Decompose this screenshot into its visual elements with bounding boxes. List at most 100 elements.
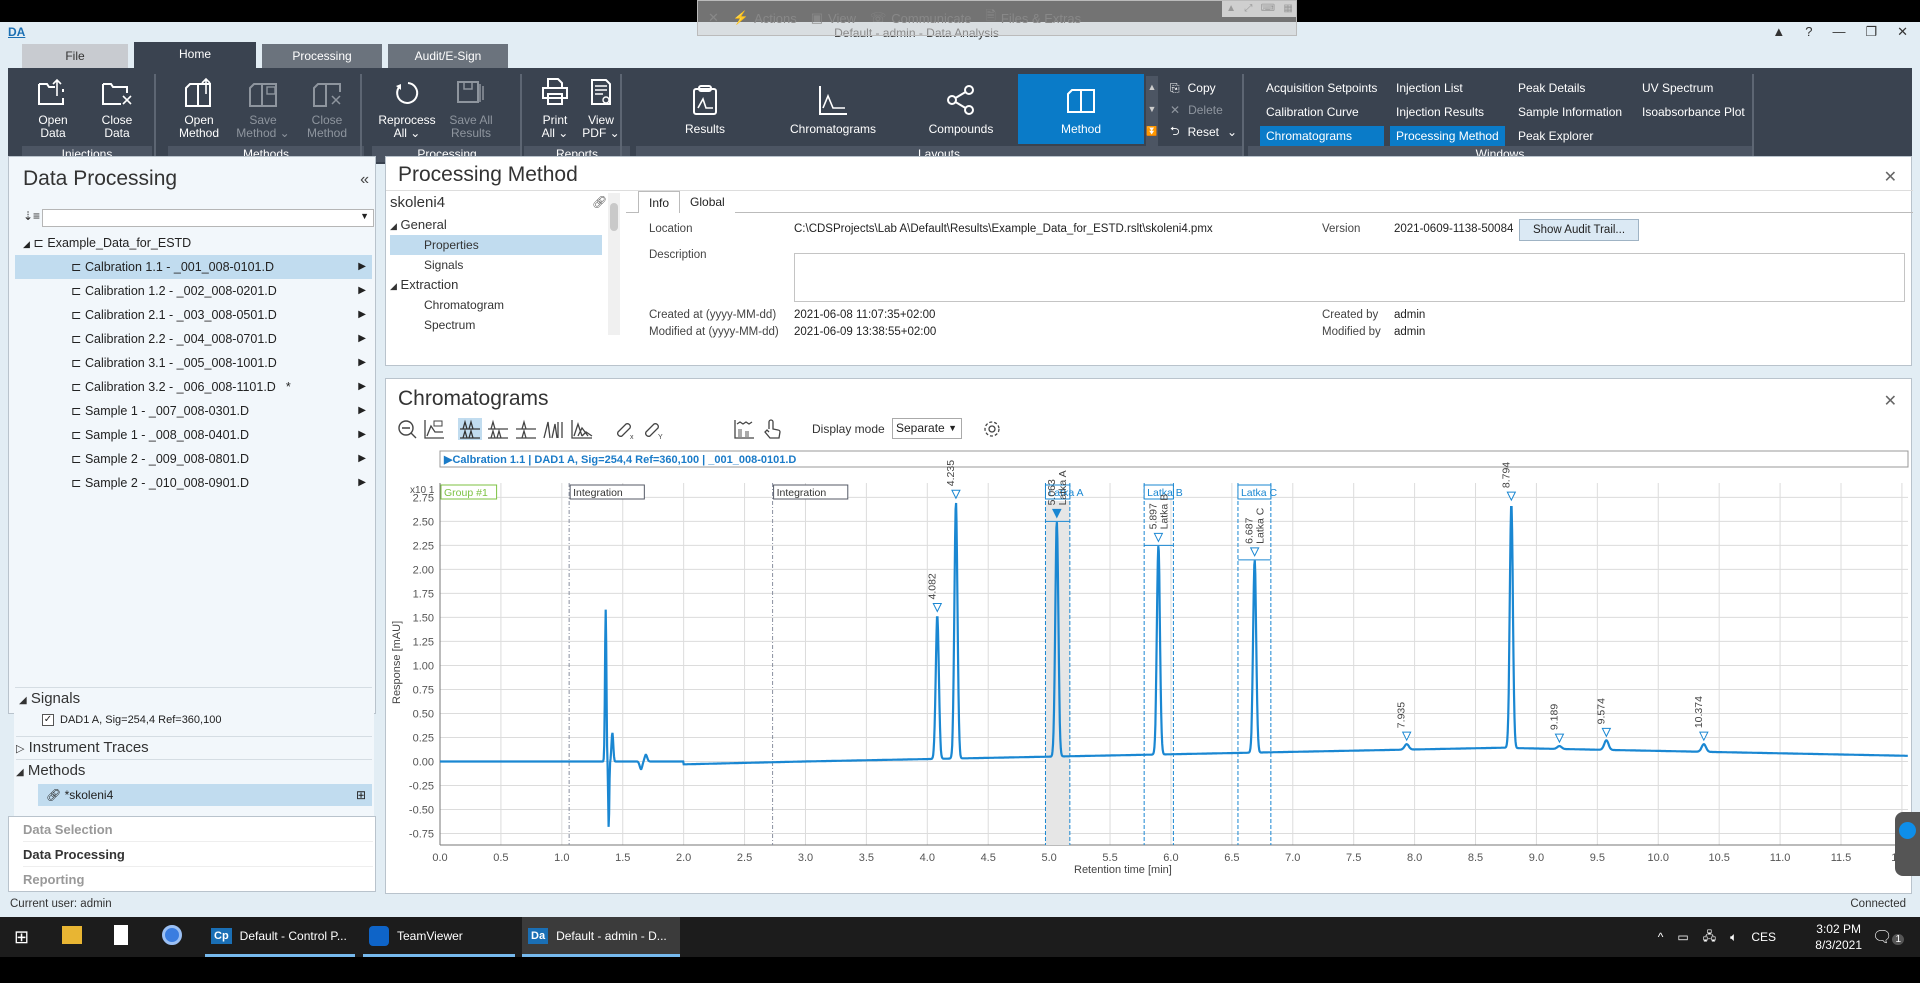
- tree-item-injection[interactable]: ⊏ Calibration 2.1 - _003_008-0501.D ▶: [15, 303, 372, 327]
- baseline-icon[interactable]: [732, 418, 756, 440]
- layout-chromatograms-button[interactable]: Chromatograms: [770, 74, 896, 144]
- open-data-button[interactable]: Open Data: [24, 74, 82, 140]
- nav-reporting[interactable]: Reporting: [23, 867, 373, 892]
- display-mode-select[interactable]: Separate ▼: [892, 418, 962, 439]
- document-icon[interactable]: [114, 925, 128, 945]
- tree-item-injection[interactable]: ⊏ Calbration 1.1 - _001_008-0101.D ▶: [15, 255, 372, 279]
- method-item[interactable]: 🔗︎ *skoleni4 ⊞: [38, 784, 372, 806]
- chart-title[interactable]: ▶Calbration 1.1 | DAD1 A, Sig=254,4 Ref=…: [443, 454, 796, 466]
- signal-checkbox[interactable]: ✓: [42, 714, 54, 726]
- teamviewer-side-handle[interactable]: [1895, 812, 1920, 876]
- zoom-out-icon[interactable]: [396, 418, 420, 440]
- notification-icon[interactable]: 🗨︎ 1: [1872, 927, 1904, 947]
- stack-peaks-icon[interactable]: [486, 418, 510, 440]
- expand-arrow-icon[interactable]: ▶: [358, 303, 366, 327]
- tray-chevron-icon[interactable]: ^: [1658, 930, 1664, 944]
- expand-arrow-icon[interactable]: ▶: [358, 279, 366, 303]
- tile-peaks-icon[interactable]: [514, 418, 538, 440]
- close-icon[interactable]: ✕: [1897, 24, 1908, 40]
- expand-arrow-icon[interactable]: ▶: [358, 351, 366, 375]
- layout-method-button[interactable]: Method: [1018, 74, 1144, 144]
- description-field[interactable]: [794, 253, 1905, 302]
- tree-root[interactable]: ◢ ⊏ Example_Data_for_ESTD: [15, 231, 372, 255]
- battery-icon[interactable]: ▭: [1677, 930, 1688, 944]
- window-peak-explorer[interactable]: Peak Explorer: [1512, 126, 1599, 146]
- taskbar-app-data-analysis[interactable]: Da Default - admin - D...: [522, 917, 680, 957]
- minimize-icon[interactable]: —: [1832, 24, 1845, 40]
- windows-start-icon[interactable]: ⊞: [14, 927, 29, 948]
- tree-item-injection[interactable]: ⊏ Sample 1 - _007_008-0301.D ▶: [15, 399, 372, 423]
- save-method-button[interactable]: Save Method ⌄: [234, 74, 292, 140]
- tree-item-injection[interactable]: ⊏ Calibration 2.2 - _004_008-0701.D ▶: [15, 327, 372, 351]
- collapse-panel-icon[interactable]: «: [360, 171, 369, 189]
- close-panel-icon[interactable]: ✕: [1884, 391, 1897, 411]
- tree-item-injection[interactable]: ⊏ Calibration 1.2 - _002_008-0201.D ▶: [15, 279, 372, 303]
- help-icon[interactable]: ?: [1805, 24, 1812, 40]
- tv-close-icon[interactable]: ✕: [708, 10, 719, 26]
- restore-icon[interactable]: ❐: [1865, 24, 1877, 40]
- tree-node-general[interactable]: ◢ General: [390, 215, 602, 235]
- tree-node-properties[interactable]: Properties: [390, 235, 602, 255]
- offset-peaks-icon[interactable]: [542, 418, 566, 440]
- expand-arrow-icon[interactable]: ▶: [358, 471, 366, 495]
- tree-item-injection[interactable]: ⊏ Sample 1 - _008_008-0401.D ▶: [15, 423, 372, 447]
- clock[interactable]: 3:02 PM 8/3/2021: [1815, 921, 1862, 953]
- expand-arrow-icon[interactable]: ▶: [358, 447, 366, 471]
- tab-audit-esign[interactable]: Audit/E-Sign: [388, 44, 508, 68]
- link-x-icon[interactable]: x: [614, 418, 638, 440]
- layout-scroll[interactable]: ▲ ▼ ⏬: [1146, 76, 1158, 146]
- reprocess-all-button[interactable]: Reprocess All ⌄: [378, 74, 436, 140]
- tab-global[interactable]: Global: [680, 191, 735, 213]
- tab-processing[interactable]: Processing: [262, 44, 382, 68]
- chromatogram-chart[interactable]: ▶Calbration 1.1 | DAD1 A, Sig=254,4 Ref=…: [386, 449, 1911, 894]
- window-processing-method[interactable]: Processing Method: [1390, 126, 1505, 146]
- window-calibration-curve[interactable]: Calibration Curve: [1260, 102, 1365, 122]
- layout-compounds-button[interactable]: Compounds: [898, 74, 1024, 144]
- reset-layout-button[interactable]: ⮌ Reset ⌄: [1170, 122, 1237, 142]
- tab-home[interactable]: Home: [134, 42, 256, 68]
- tv-files-menu[interactable]: 🗎︎ Files & Extras: [985, 7, 1081, 29]
- tree-item-injection[interactable]: ⊏ Sample 2 - _010_008-0901.D ▶: [15, 471, 372, 495]
- close-data-button[interactable]: Close Data: [88, 74, 146, 140]
- save-all-results-button[interactable]: Save All Results: [442, 74, 500, 140]
- tv-communicate-menu[interactable]: ☏ Communicate: [870, 10, 971, 26]
- volume-icon[interactable]: 🔈︎: [1730, 930, 1737, 945]
- method-options-icon[interactable]: ⊞: [356, 784, 366, 806]
- copy-layout-button[interactable]: ⎘ Copy: [1170, 78, 1216, 98]
- settings-gear-icon[interactable]: [980, 418, 1004, 440]
- close-panel-icon[interactable]: ✕: [1884, 167, 1897, 187]
- scrollbar-thumb[interactable]: [610, 203, 618, 231]
- expand-arrow-icon[interactable]: ▶: [358, 255, 366, 279]
- expand-arrow-icon[interactable]: ▶: [358, 423, 366, 447]
- autoscale-icon[interactable]: [422, 418, 446, 440]
- window-peak-details[interactable]: Peak Details: [1512, 78, 1591, 98]
- manual-integration-hand-icon[interactable]: [760, 418, 784, 440]
- sort-icon[interactable]: ⇣≡: [23, 209, 40, 223]
- section-signals[interactable]: ◢ Signals: [15, 687, 372, 709]
- tree-node-chromatogram[interactable]: Chromatogram: [390, 295, 602, 315]
- window-isoabsorbance-plot[interactable]: Isoabsorbance Plot: [1636, 102, 1751, 122]
- tab-file[interactable]: File: [22, 44, 128, 68]
- taskbar-app-teamviewer[interactable]: TeamViewer: [363, 917, 515, 957]
- file-explorer-icon[interactable]: [62, 926, 82, 944]
- tv-view-menu[interactable]: ▣ View: [811, 10, 856, 26]
- window-injection-results[interactable]: Injection Results: [1390, 102, 1490, 122]
- expand-arrow-icon[interactable]: ▶: [358, 375, 366, 399]
- link-icon[interactable]: 🔗︎: [592, 195, 607, 209]
- open-method-button[interactable]: Open Method: [170, 74, 228, 140]
- chrome-icon[interactable]: [162, 925, 182, 945]
- delete-layout-button[interactable]: ✕ Delete: [1170, 100, 1223, 120]
- window-injection-list[interactable]: Injection List: [1390, 78, 1469, 98]
- section-methods[interactable]: ◢ Methods: [16, 759, 372, 781]
- link-y-icon[interactable]: Y: [642, 418, 666, 440]
- tree-node-extraction[interactable]: ◢ Extraction: [390, 275, 602, 295]
- tree-item-injection[interactable]: ⊏ Calibration 3.2 - _006_008-1101.D * ▶: [15, 375, 372, 399]
- tab-info[interactable]: Info: [638, 191, 681, 213]
- expand-arrow-icon[interactable]: ▶: [358, 399, 366, 423]
- tree-item-injection[interactable]: ⊏ Sample 2 - _009_008-0801.D ▶: [15, 447, 372, 471]
- network-icon[interactable]: 🖧︎: [1703, 927, 1716, 948]
- filter-combobox[interactable]: ▼: [42, 209, 374, 227]
- tree-node-spectrum[interactable]: Spectrum: [390, 315, 602, 335]
- tree-scrollbar[interactable]: [608, 193, 620, 335]
- signal-item[interactable]: ✓ DAD1 A, Sig=254,4 Ref=360,100: [42, 714, 221, 726]
